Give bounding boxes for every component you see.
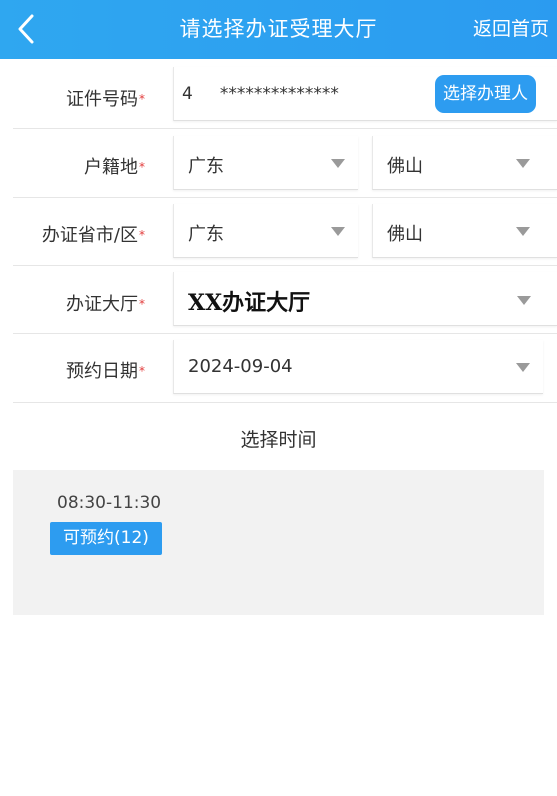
required-mark: * [139, 364, 145, 378]
dropdown-caret-icon [331, 227, 345, 236]
date-row: 预约日期* 2024-09-04 [13, 334, 557, 403]
hall-row: 办证大厅* XX办证大厅 [13, 266, 557, 334]
date-label: 预约日期* [66, 361, 145, 382]
hall-label: 办证大厅* [66, 294, 145, 315]
date-select[interactable]: 2024-09-04 [173, 340, 543, 394]
office-city-select[interactable]: 佛山 [372, 204, 557, 258]
residence-city-select[interactable]: 佛山 [372, 136, 557, 190]
app-header: 请选择办证受理大厅 返回首页 [0, 0, 557, 59]
hall-select[interactable]: XX办证大厅 [173, 272, 557, 326]
time-slot-panel: 08:30-11:30 可预约(12) [13, 470, 544, 615]
slot-time: 08:30-11:30 [57, 493, 162, 513]
dropdown-caret-icon [516, 159, 530, 168]
office-region-row: 办证省市/区* 广东 佛山 [13, 198, 557, 266]
id-number-label: 证件号码* [66, 89, 145, 110]
required-mark: * [139, 92, 145, 106]
residence-row: 户籍地* 广东 佛山 [13, 129, 557, 198]
dropdown-caret-icon [517, 296, 531, 305]
required-mark: * [139, 228, 145, 242]
required-mark: * [139, 160, 145, 174]
dropdown-caret-icon [516, 227, 530, 236]
id-number-row: 证件号码* 4 ************** 选择办理人 [13, 60, 557, 129]
id-number-value: 4 ************** [182, 84, 339, 104]
book-slot-button[interactable]: 可预约(12) [50, 522, 162, 555]
residence-province-select[interactable]: 广东 [173, 136, 358, 190]
residence-label: 户籍地* [84, 157, 145, 178]
required-mark: * [139, 297, 145, 311]
office-region-label: 办证省市/区* [41, 225, 145, 246]
office-province-select[interactable]: 广东 [173, 204, 358, 258]
time-section-title: 选择时间 [240, 429, 317, 451]
select-applicant-button[interactable]: 选择办理人 [435, 75, 536, 113]
dropdown-caret-icon [516, 363, 530, 372]
home-link[interactable]: 返回首页 [473, 14, 549, 41]
dropdown-caret-icon [331, 159, 345, 168]
